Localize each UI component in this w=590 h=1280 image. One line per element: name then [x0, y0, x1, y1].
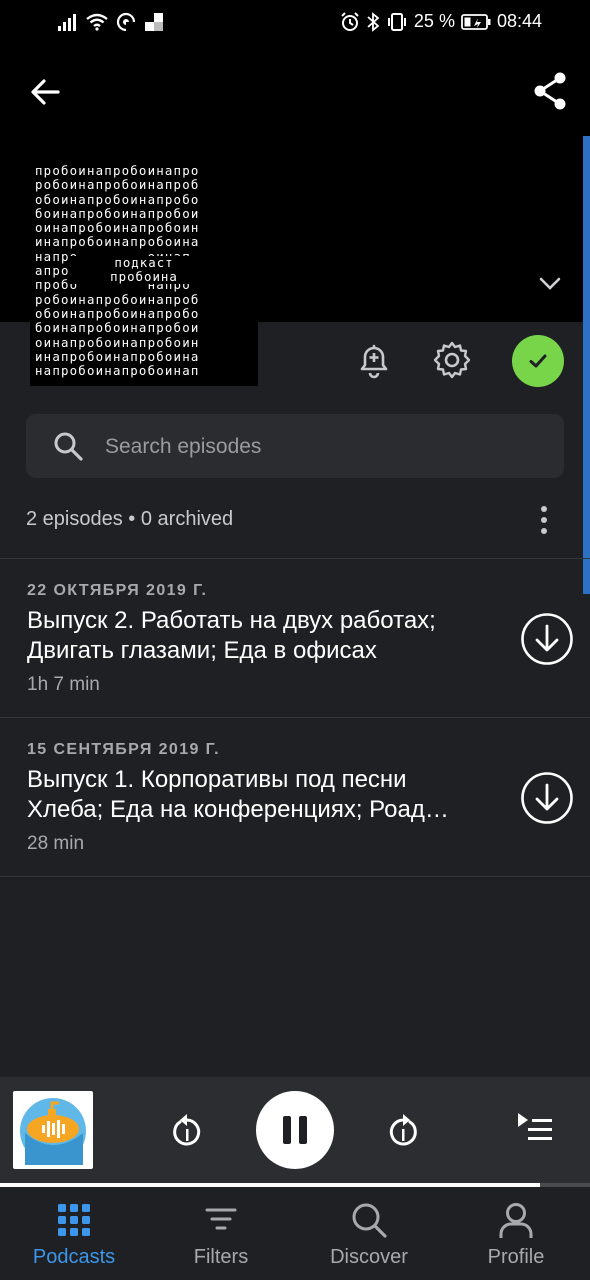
- download-button[interactable]: [520, 612, 574, 666]
- episode-count: 2 episodes • 0 archived: [26, 508, 234, 530]
- artwork-title-line2: пробоина: [110, 269, 178, 284]
- nav-label: Podcasts: [32, 1246, 116, 1268]
- nav-discover[interactable]: Discover: [295, 1192, 443, 1276]
- bluetooth-icon: [367, 11, 380, 32]
- search-icon: [352, 1203, 387, 1238]
- download-button[interactable]: [520, 771, 574, 825]
- vibrate-icon: [387, 12, 406, 31]
- status-right: 25 % 08:44: [340, 11, 542, 32]
- divider: [0, 876, 590, 877]
- share-button[interactable]: [528, 68, 574, 114]
- nav-label: Filters: [193, 1246, 249, 1268]
- subscribed-button[interactable]: [512, 335, 564, 387]
- up-next-button[interactable]: [514, 1110, 556, 1146]
- fast-forward-icon: [389, 1114, 417, 1146]
- skip-back-button[interactable]: [166, 1110, 208, 1154]
- artwork-title: подкаст пробоина: [70, 256, 218, 284]
- signal-icon: [58, 14, 76, 31]
- episode-date: 15 СЕНТЯБРЯ 2019 Г.: [27, 741, 220, 758]
- status-left-icons: [58, 12, 164, 32]
- download-icon: [521, 772, 573, 824]
- pause-icon: [283, 1116, 307, 1144]
- settings-button[interactable]: [430, 338, 474, 382]
- search-icon: [52, 430, 84, 462]
- notifications-button[interactable]: [352, 338, 396, 382]
- now-playing-artwork[interactable]: [13, 1091, 93, 1169]
- check-icon: [529, 354, 547, 368]
- gear-icon: [433, 341, 471, 379]
- nav-label: Profile: [487, 1246, 545, 1268]
- skip-forward-button[interactable]: [382, 1110, 424, 1154]
- pause-button[interactable]: [256, 1091, 334, 1169]
- episode-title-line2: Хлеба; Еда на конференциях; Роад…: [27, 796, 449, 823]
- more-vertical-icon: [541, 506, 547, 534]
- wifi-icon: [86, 13, 108, 31]
- person-icon: [499, 1203, 533, 1238]
- alarm-icon: [341, 11, 359, 31]
- artwork-title-line1: подкаст: [114, 255, 174, 270]
- battery-icon: [461, 13, 491, 30]
- arrow-left-icon: [31, 79, 60, 105]
- bell-plus-icon: [360, 344, 388, 379]
- search-episodes-input[interactable]: [105, 432, 525, 462]
- hotspot-icon: [116, 12, 136, 32]
- nav-filters[interactable]: Filters: [147, 1192, 295, 1276]
- playback-progress-fill: [0, 1183, 540, 1187]
- expand-description-button[interactable]: [530, 268, 570, 300]
- episode-title: Выпуск 1. Корпоративы под песни Хлеба; Е…: [27, 765, 497, 825]
- episode-title: Выпуск 2. Работать на двух работах; Двиг…: [27, 606, 497, 666]
- battery-percent: 25 %: [413, 11, 455, 31]
- episode-date: 22 ОКТЯБРЯ 2019 Г.: [27, 582, 208, 599]
- episode-title-line1: Выпуск 2. Работать на двух работах;: [27, 607, 436, 634]
- more-options-button[interactable]: [528, 502, 560, 538]
- episode-duration: 1h 7 min: [27, 674, 100, 695]
- scroll-indicator[interactable]: [583, 136, 590, 594]
- podcast-artwork: пробоинапробоинапро робоинапробоинапроб …: [30, 160, 258, 386]
- episode-title-line2: Двигать глазами; Еда в офисах: [27, 637, 377, 664]
- chevron-down-icon: [539, 277, 561, 290]
- clock: 08:44: [496, 11, 542, 31]
- episode-title-line1: Выпуск 1. Корпоративы под песни: [27, 766, 407, 793]
- nav-profile[interactable]: Profile: [442, 1192, 590, 1276]
- grid-icon: [58, 1204, 90, 1236]
- nav-label: Discover: [330, 1246, 408, 1268]
- rewind-icon: [173, 1114, 201, 1146]
- filter-icon: [205, 1208, 237, 1230]
- nav-podcasts[interactable]: Podcasts: [0, 1192, 148, 1276]
- back-button[interactable]: [24, 70, 68, 114]
- queue-icon: [518, 1113, 552, 1140]
- episode-duration: 28 min: [27, 833, 85, 854]
- share-icon: [534, 72, 566, 110]
- app-notification-icon: [145, 13, 163, 31]
- download-icon: [521, 613, 573, 665]
- submarine-logo-icon: [20, 1098, 86, 1165]
